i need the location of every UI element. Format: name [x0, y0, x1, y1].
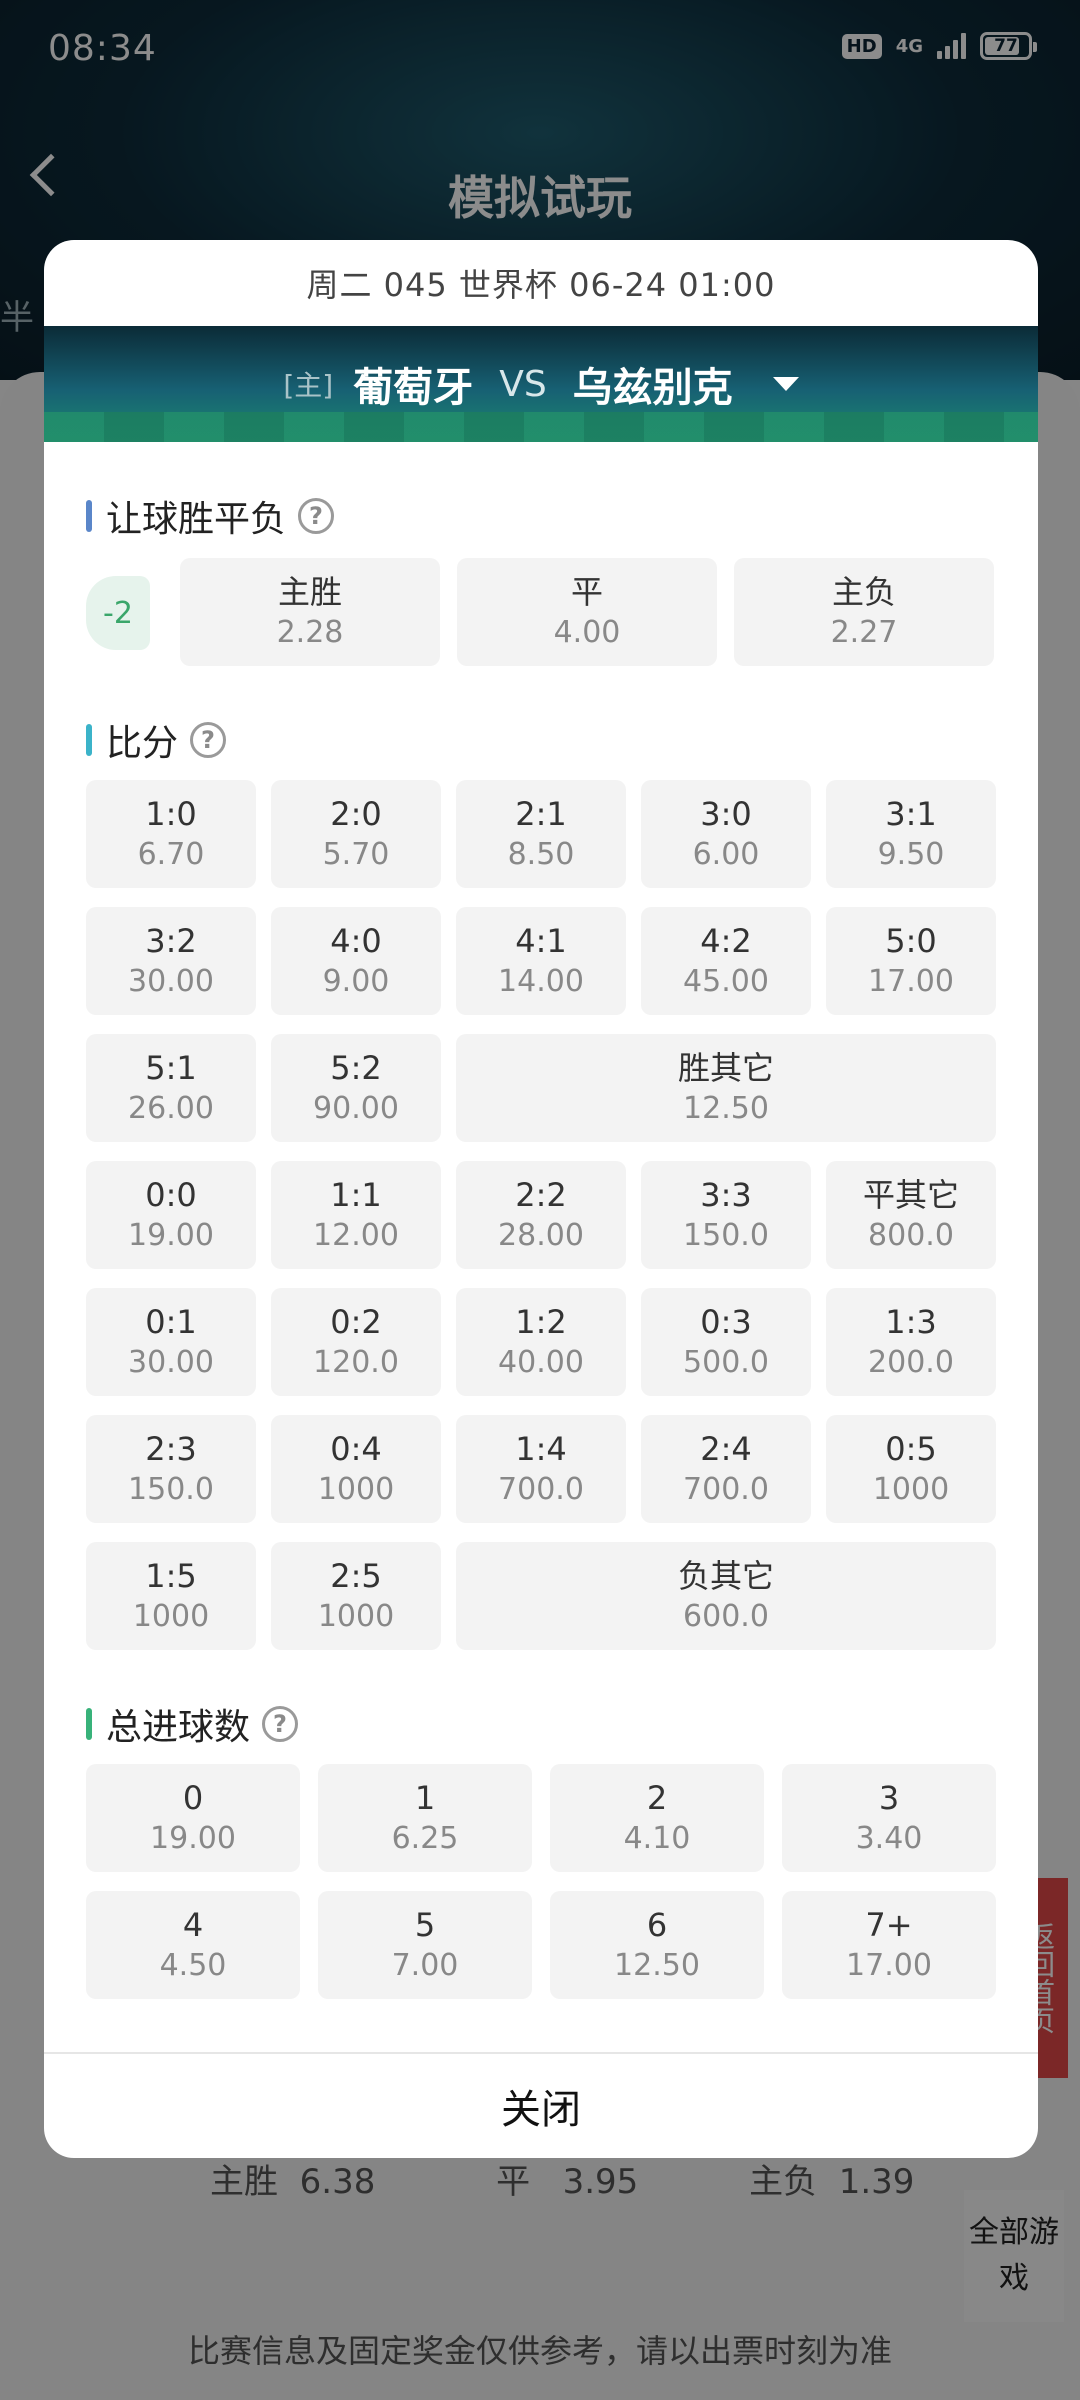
score-option[interactable]: 3:1 9.50 — [826, 780, 996, 888]
match-selector[interactable]: [主] 葡萄牙 VS 乌兹别克 — [44, 326, 1038, 442]
total-goals-option[interactable]: 4 4.50 — [86, 1891, 300, 1999]
score-option[interactable]: 5:2 90.00 — [271, 1034, 441, 1142]
section-total-goals-title: 总进球数 ? — [86, 1698, 299, 1750]
score-option[interactable]: 2:1 8.50 — [456, 780, 626, 888]
score-option[interactable]: 5:1 26.00 — [86, 1034, 256, 1142]
total-goals-option[interactable]: 2 4.10 — [550, 1764, 764, 1872]
score-option[interactable]: 3:0 6.00 — [641, 780, 811, 888]
section-marker — [86, 500, 92, 532]
total-goals-option[interactable]: 3 3.40 — [782, 1764, 996, 1872]
score-option[interactable]: 0:5 1000 — [826, 1415, 996, 1523]
chevron-down-icon[interactable] — [772, 377, 799, 391]
vs-label: VS — [499, 363, 547, 405]
section-handicap-title: 让球胜平负 ? — [86, 490, 335, 542]
close-button[interactable]: 关闭 — [44, 2054, 1038, 2158]
score-option[interactable]: 4:2 45.00 — [641, 907, 811, 1015]
score-option[interactable]: 3:2 30.00 — [86, 907, 256, 1015]
bet-option-draw[interactable]: 平 4.00 — [457, 558, 717, 666]
score-option[interactable]: 0:2 120.0 — [271, 1288, 441, 1396]
help-icon[interactable]: ? — [190, 722, 227, 758]
help-icon[interactable]: ? — [298, 498, 335, 534]
section-score-title: 比分 ? — [86, 714, 227, 766]
bet-option-home-win[interactable]: 主胜 2.28 — [180, 558, 440, 666]
score-option[interactable]: 1:4 700.0 — [456, 1415, 626, 1523]
score-option[interactable]: 5:0 17.00 — [826, 907, 996, 1015]
bet-option-home-lose[interactable]: 主负 2.27 — [734, 558, 994, 666]
score-option[interactable]: 3:3 150.0 — [641, 1161, 811, 1269]
total-goals-option[interactable]: 6 12.50 — [550, 1891, 764, 1999]
score-option[interactable]: 0:1 30.00 — [86, 1288, 256, 1396]
score-option[interactable]: 1:1 12.00 — [271, 1161, 441, 1269]
score-option[interactable]: 负其它 600.0 — [456, 1542, 996, 1650]
total-goals-option[interactable]: 7+ 17.00 — [782, 1891, 996, 1999]
total-goals-option[interactable]: 1 6.25 — [318, 1764, 532, 1872]
bet-options-modal: 周二 045 世界杯 06-24 01:00 [主] 葡萄牙 VS 乌兹别克 让… — [44, 240, 1038, 2158]
handicap-value: -2 — [86, 576, 150, 650]
score-option[interactable]: 2:3 150.0 — [86, 1415, 256, 1523]
help-icon[interactable]: ? — [262, 1706, 299, 1742]
score-option[interactable]: 1:5 1000 — [86, 1542, 256, 1650]
score-option[interactable]: 2:2 28.00 — [456, 1161, 626, 1269]
score-option[interactable]: 0:4 1000 — [271, 1415, 441, 1523]
match-info: 周二 045 世界杯 06-24 01:00 — [306, 266, 776, 304]
score-option[interactable]: 1:0 6.70 — [86, 780, 256, 888]
score-option[interactable]: 2:0 5.70 — [271, 780, 441, 888]
score-option[interactable]: 1:2 40.00 — [456, 1288, 626, 1396]
score-option[interactable]: 4:1 14.00 — [456, 907, 626, 1015]
score-option[interactable]: 1:3 200.0 — [826, 1288, 996, 1396]
total-goals-option[interactable]: 5 7.00 — [318, 1891, 532, 1999]
score-option[interactable]: 2:5 1000 — [271, 1542, 441, 1650]
section-marker — [86, 1708, 92, 1740]
score-option[interactable]: 胜其它 12.50 — [456, 1034, 996, 1142]
score-option[interactable]: 平其它 800.0 — [826, 1161, 996, 1269]
score-option[interactable]: 4:0 9.00 — [271, 907, 441, 1015]
total-goals-option[interactable]: 0 19.00 — [86, 1764, 300, 1872]
away-team: 乌兹别克 — [572, 365, 733, 411]
score-option[interactable]: 0:3 500.0 — [641, 1288, 811, 1396]
score-option[interactable]: 0:0 19.00 — [86, 1161, 256, 1269]
home-tag: [主] — [283, 369, 334, 402]
section-marker — [86, 724, 92, 756]
score-option[interactable]: 2:4 700.0 — [641, 1415, 811, 1523]
home-team: 葡萄牙 — [353, 365, 474, 411]
